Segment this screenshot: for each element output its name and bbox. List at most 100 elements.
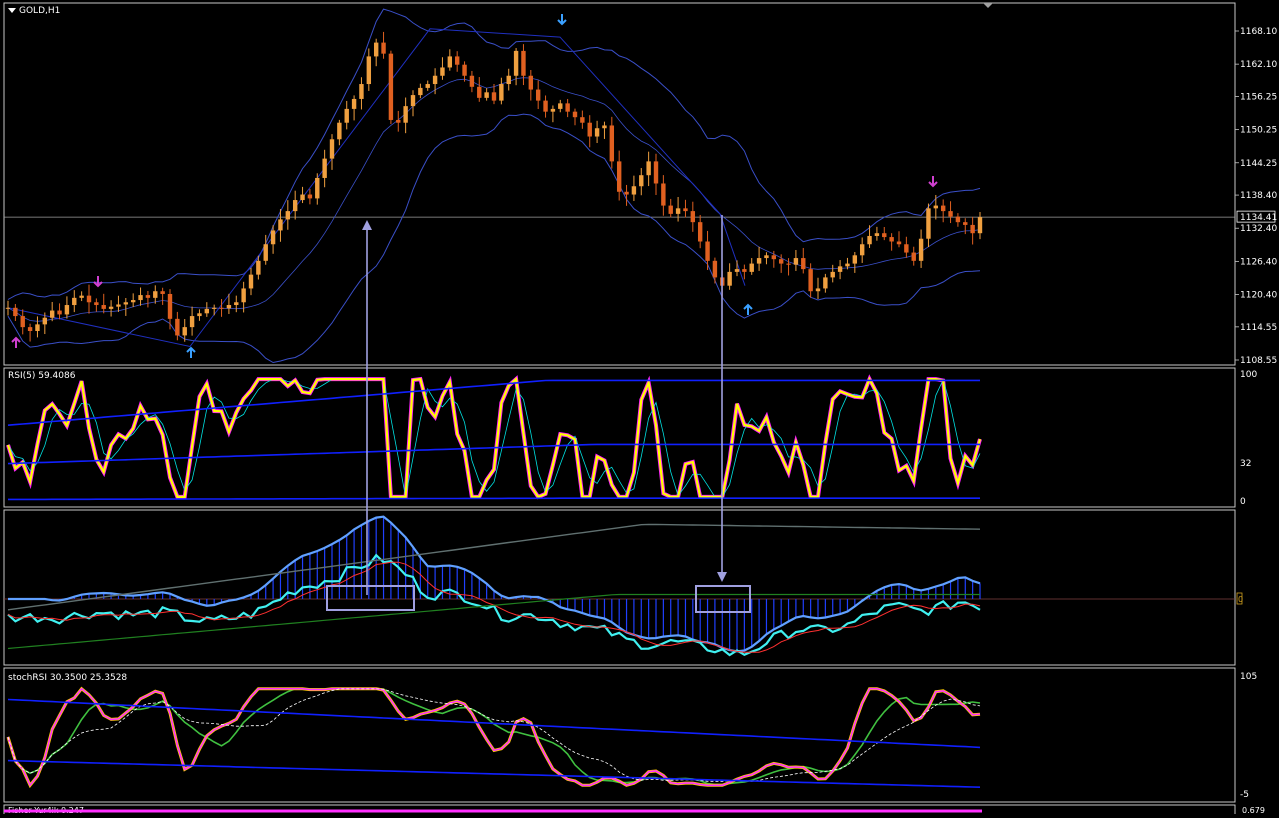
candle-body — [388, 53, 394, 120]
candle-body — [580, 117, 585, 123]
price-tick-label: 1120.40 — [1240, 291, 1277, 301]
candle-body — [160, 291, 165, 294]
candle-body — [351, 98, 357, 109]
candle-body — [182, 327, 187, 336]
candle-body — [462, 64, 467, 76]
fisher-value: 0.679 — [1242, 806, 1265, 814]
chart-canvas[interactable]: GOLD,H1 1168.10 1162.10 1156.25 1150.25 1144… — [0, 0, 1279, 818]
candle-body — [108, 306, 114, 309]
candle-body — [175, 318, 180, 336]
candle-body — [410, 95, 416, 107]
trading-chart[interactable]: GOLD,H1 1168.10 1162.10 1156.25 1150.25 1144… — [0, 0, 1279, 818]
candle-body — [241, 288, 246, 303]
candle-body — [344, 108, 349, 123]
candle-body — [322, 158, 327, 178]
candle-body — [491, 92, 497, 101]
macd-zero-label: 0 — [1238, 595, 1243, 604]
candle-body — [550, 108, 556, 112]
candle-body — [292, 200, 298, 212]
candle-body — [594, 128, 600, 137]
candle-body — [786, 263, 791, 265]
candle-body — [285, 211, 291, 220]
candle-body — [211, 307, 217, 309]
candle-body — [425, 84, 430, 88]
candle-body — [138, 295, 143, 301]
candle-body — [278, 219, 283, 231]
candle-body — [86, 295, 92, 303]
candle-body — [845, 263, 850, 267]
price-tick-label: 1144.25 — [1240, 159, 1277, 169]
candle-body — [742, 269, 747, 272]
candle-body — [889, 237, 894, 242]
candle-body — [940, 205, 946, 212]
candle-body — [896, 241, 902, 245]
candle-body — [145, 295, 151, 298]
stoch-pane-title: stochRSI 30.3500 25.3528 — [8, 673, 127, 683]
stoch-label-minus5: -5 — [1240, 790, 1249, 800]
candle-body — [270, 230, 276, 245]
candle-body — [911, 252, 916, 261]
candle-body — [837, 266, 843, 272]
candle-body — [793, 258, 799, 265]
stoch-label-105: 105 — [1240, 672, 1257, 682]
candle-body — [653, 161, 659, 184]
candle-body — [307, 194, 313, 199]
price-tick-label: 1114.55 — [1240, 323, 1277, 333]
candle-body — [823, 277, 828, 289]
price-tick-label: 1126.40 — [1240, 257, 1277, 267]
candle-body — [859, 244, 865, 256]
candle-body — [20, 316, 25, 328]
candle-body — [167, 293, 173, 319]
candle-body — [778, 259, 784, 264]
candle-body — [226, 305, 232, 309]
candle-body — [948, 211, 953, 217]
candle-body — [506, 75, 511, 85]
candle-body — [373, 42, 379, 57]
candle-body — [815, 288, 821, 292]
candle-body — [204, 308, 210, 314]
candle-body — [616, 161, 622, 192]
candle-body — [5, 307, 11, 309]
candle-body — [366, 56, 372, 85]
candle-body — [521, 50, 526, 76]
candle-body — [27, 327, 33, 331]
candle-body — [918, 238, 924, 261]
candle-body — [528, 75, 534, 90]
candle-body — [587, 122, 592, 137]
candle-body — [756, 258, 762, 264]
candle-body — [13, 307, 18, 317]
rsi-label-32: 32 — [1240, 459, 1251, 469]
candle-body — [403, 106, 408, 123]
candle-body — [712, 260, 718, 278]
candle-body — [477, 86, 482, 98]
candle-body — [513, 50, 519, 76]
candle-body — [329, 139, 335, 159]
candle-body — [668, 205, 673, 214]
candle-body — [727, 271, 732, 286]
candle-body — [624, 191, 629, 195]
candle-body — [734, 269, 740, 272]
candle-body — [35, 324, 40, 331]
candle-body — [130, 300, 136, 303]
candle-body — [675, 208, 681, 214]
rsi-label-0: 0 — [1240, 497, 1246, 507]
candle-body — [602, 125, 607, 129]
candle-body — [808, 269, 813, 292]
candle-body — [64, 305, 70, 315]
candle-body — [933, 205, 939, 209]
candle-body — [705, 241, 710, 261]
candle-body — [432, 75, 438, 85]
candle-body — [646, 161, 651, 176]
candle-body — [189, 316, 195, 328]
candle-body — [263, 244, 268, 261]
candle-body — [572, 111, 578, 118]
candle-body — [874, 233, 880, 236]
candle-body — [418, 87, 423, 96]
candle-body — [771, 255, 777, 260]
candle-body — [447, 56, 453, 68]
candle-body — [543, 100, 548, 112]
candle-body — [49, 310, 55, 318]
candle-body — [955, 216, 961, 223]
candle-body — [683, 208, 688, 212]
candle-body — [801, 258, 806, 270]
